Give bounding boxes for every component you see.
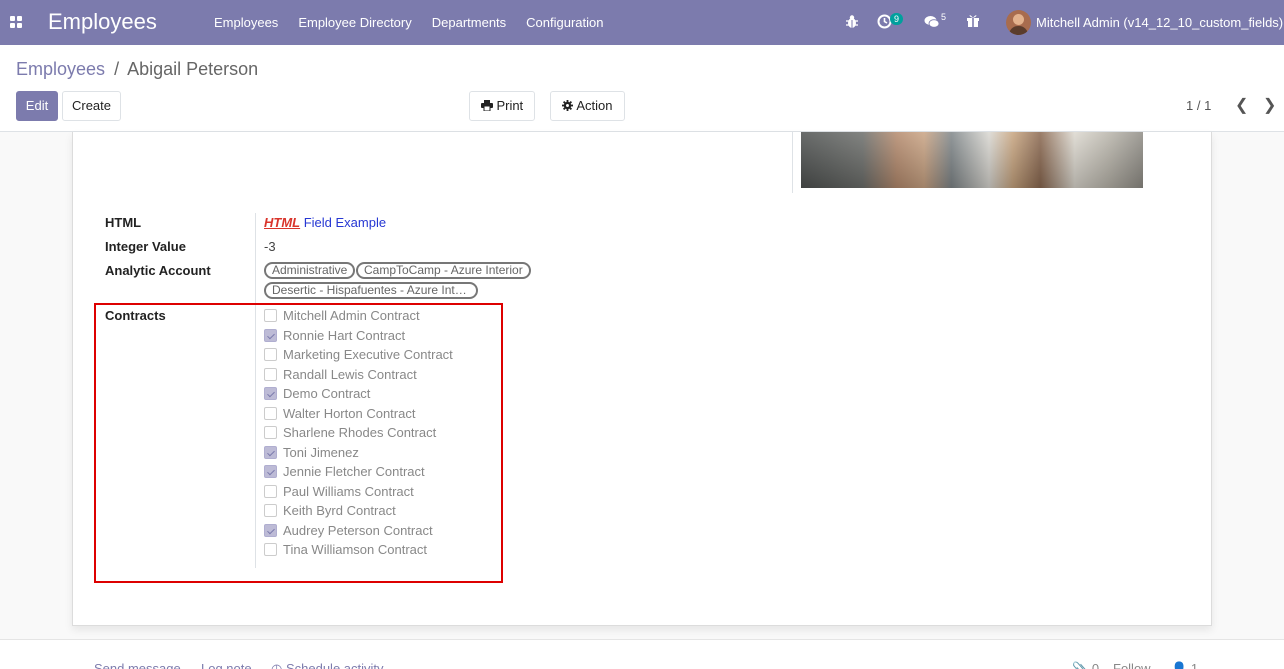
analytic-tag[interactable]: Administrative — [264, 262, 356, 279]
html-field-label: HTML — [105, 215, 142, 230]
chatter-bar: Send message Log note ◷ Schedule activit… — [0, 639, 1284, 669]
main-menu: Employees Employee Directory Departments… — [204, 0, 614, 45]
contract-checkbox-row[interactable]: Paul Williams Contract — [264, 482, 414, 500]
attachments-count: 0 — [1091, 661, 1100, 669]
contract-checkbox-row[interactable]: Walter Horton Contract — [264, 404, 415, 422]
contract-label: Walter Horton Contract — [283, 405, 416, 421]
breadcrumb: Employees / Abigail Peterson — [16, 59, 258, 80]
print-label: Print — [496, 98, 524, 113]
html-field-emphasis: HTML — [264, 215, 301, 230]
contract-label: Jennie Fletcher Contract — [283, 463, 425, 479]
top-navbar: Employees Employees Employee Directory D… — [0, 0, 1284, 45]
image-divider — [792, 132, 793, 193]
apps-menu-icon[interactable] — [10, 16, 22, 28]
contract-checkbox[interactable] — [264, 542, 277, 556]
breadcrumb-separator: / — [114, 59, 120, 79]
contract-checkbox-row[interactable]: Sharlene Rhodes Contract — [264, 423, 436, 441]
gear-icon — [562, 100, 574, 111]
print-button[interactable]: Print — [469, 91, 535, 121]
pager-next-icon[interactable]: ❯ — [1263, 95, 1276, 115]
schedule-activity-label: Schedule activity — [285, 661, 384, 669]
messages-icon[interactable] — [924, 15, 940, 29]
attachments-button[interactable]: 📎 0 — [1072, 661, 1099, 669]
pager-value[interactable]: 1 / 1 — [1186, 98, 1211, 113]
breadcrumb-employees-link[interactable]: Employees — [16, 59, 105, 79]
contract-checkbox-row[interactable]: Toni Jimenez — [264, 443, 359, 461]
followers-button[interactable]: 👤 1 — [1171, 661, 1198, 669]
pager-previous-icon[interactable]: ❮ — [1235, 95, 1248, 115]
contract-label: Sharlene Rhodes Contract — [283, 424, 437, 440]
contract-checkbox-row[interactable]: Mitchell Admin Contract — [264, 306, 420, 324]
control-panel: Employees / Abigail Peterson Edit Create… — [0, 45, 1284, 132]
contract-label: Tina Williamson Contract — [283, 541, 428, 557]
contract-label: Mitchell Admin Contract — [283, 307, 420, 323]
followers-count: 1 — [1190, 661, 1199, 669]
gift-icon[interactable] — [966, 13, 980, 28]
contract-label: Ronnie Hart Contract — [283, 327, 406, 343]
menu-item-departments[interactable]: Departments — [422, 0, 516, 45]
contract-label: Paul Williams Contract — [283, 483, 414, 499]
contract-label: Randall Lewis Contract — [283, 366, 417, 382]
contract-checkbox[interactable] — [264, 464, 277, 478]
print-icon — [480, 100, 493, 112]
employee-photo[interactable] — [801, 132, 1143, 188]
schedule-activity-button[interactable]: ◷ Schedule activity — [271, 661, 384, 669]
create-button[interactable]: Create — [62, 91, 121, 121]
html-field-value: HTML Field Example — [264, 215, 386, 230]
menu-item-employees[interactable]: Employees — [204, 0, 288, 45]
contract-checkbox-row[interactable]: Audrey Peterson Contract — [264, 521, 433, 539]
contract-label: Toni Jimenez — [283, 444, 359, 460]
integer-field-value: -3 — [264, 239, 276, 254]
contract-checkbox[interactable] — [264, 406, 277, 420]
analytic-tag[interactable]: Desertic - Hispafuentes - Azure Int… — [264, 282, 478, 299]
contract-checkbox[interactable] — [264, 367, 277, 381]
contract-checkbox[interactable] — [264, 347, 277, 361]
breadcrumb-current: Abigail Peterson — [127, 59, 259, 79]
contract-checkbox[interactable] — [264, 386, 277, 400]
user-menu-label[interactable]: Mitchell Admin (v14_12_10_custom_fields) — [1036, 15, 1283, 30]
message-count-badge: 5 — [941, 12, 947, 22]
edit-button[interactable]: Edit — [16, 91, 58, 121]
contract-checkbox[interactable] — [264, 523, 277, 537]
contract-checkbox-row[interactable]: Keith Byrd Contract — [264, 501, 396, 519]
contract-checkbox[interactable] — [264, 308, 277, 322]
contract-checkbox[interactable] — [264, 328, 277, 342]
send-message-button[interactable]: Send message — [94, 661, 181, 669]
contract-checkbox[interactable] — [264, 445, 277, 459]
contract-checkbox[interactable] — [264, 425, 277, 439]
follow-button[interactable]: Follow — [1113, 661, 1151, 669]
menu-item-employee-directory[interactable]: Employee Directory — [288, 0, 421, 45]
action-button[interactable]: Action — [550, 91, 625, 121]
debug-bug-icon[interactable] — [845, 14, 859, 30]
contract-checkbox-row[interactable]: Randall Lewis Contract — [264, 365, 417, 383]
clock-icon: ◷ — [271, 661, 283, 669]
user-icon: 👤 — [1171, 661, 1188, 669]
contract-checkbox[interactable] — [264, 503, 277, 517]
user-avatar[interactable] — [1006, 10, 1031, 35]
contract-label: Audrey Peterson Contract — [283, 522, 433, 538]
analytic-account-label: Analytic Account — [105, 263, 211, 278]
contract-checkbox-row[interactable]: Tina Williamson Contract — [264, 540, 427, 558]
contract-checkbox-row[interactable]: Demo Contract — [264, 384, 370, 402]
activity-count-badge: 9 — [890, 13, 904, 25]
contract-label: Keith Byrd Contract — [283, 502, 396, 518]
analytic-tag[interactable]: CampToCamp - Azure Interior — [356, 262, 531, 279]
menu-item-configuration[interactable]: Configuration — [516, 0, 613, 45]
contract-label: Marketing Executive Contract — [283, 346, 453, 362]
app-title[interactable]: Employees — [48, 9, 157, 35]
contract-checkbox-row[interactable]: Jennie Fletcher Contract — [264, 462, 425, 480]
paperclip-icon: 📎 — [1072, 661, 1089, 669]
log-note-button[interactable]: Log note — [201, 661, 252, 669]
action-label: Action — [576, 98, 613, 113]
integer-field-label: Integer Value — [105, 239, 186, 254]
contract-checkbox-row[interactable]: Ronnie Hart Contract — [264, 326, 405, 344]
contract-checkbox[interactable] — [264, 484, 277, 498]
contract-label: Demo Contract — [283, 385, 371, 401]
html-field-text: Field Example — [300, 215, 387, 230]
contracts-label: Contracts — [105, 308, 166, 323]
contract-checkbox-row[interactable]: Marketing Executive Contract — [264, 345, 453, 363]
